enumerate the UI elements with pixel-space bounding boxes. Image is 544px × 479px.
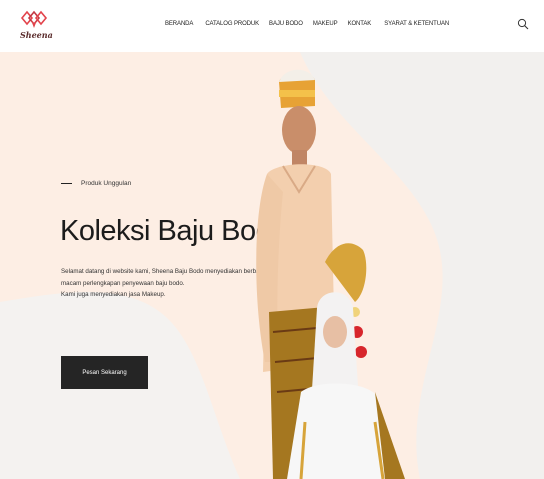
site-header: Sheena BERANDA CATALOG PRODUK BAJU BODO … — [0, 0, 544, 52]
nav-item-beranda[interactable]: BERANDA — [165, 21, 193, 27]
hero-models-image — [256, 69, 405, 479]
brand-name: Sheena — [20, 30, 53, 40]
nav-item-syarat-ketentuan[interactable]: SYARAT & KETENTUAN — [384, 21, 449, 27]
nav-item-baju-bodo[interactable]: BAJU BODO — [269, 21, 303, 27]
kicker-line — [61, 182, 72, 185]
hero-section: Produk Unggulan Koleksi Baju Bodo Selama… — [0, 52, 544, 479]
nav-item-catalog-produk[interactable]: CATALOG PRODUK — [205, 21, 259, 27]
order-now-button[interactable]: Pesan Sekarang — [61, 356, 148, 389]
hero-kicker: Produk Unggulan — [61, 180, 131, 187]
nav-item-kontak[interactable]: KONTAK — [348, 21, 372, 27]
search-icon[interactable] — [517, 18, 529, 30]
main-nav: BERANDA CATALOG PRODUK BAJU BODO MAKEUP … — [165, 21, 449, 27]
nav-item-makeup[interactable]: MAKEUP — [313, 21, 338, 27]
logo-mark-icon — [20, 10, 48, 28]
brand-logo[interactable]: Sheena — [20, 8, 53, 40]
kicker-text: Produk Unggulan — [81, 180, 132, 187]
